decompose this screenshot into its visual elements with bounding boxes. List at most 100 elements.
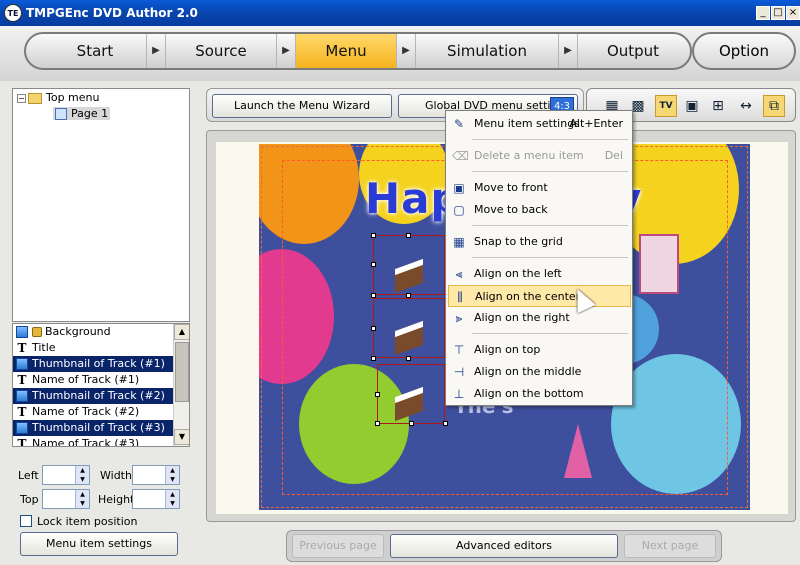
layer-list-item[interactable]: Thumbnail of Track (#2) (13, 388, 173, 404)
lock-icon (32, 327, 42, 337)
context-menu-item-delete-a-menu-item[interactable]: ⌫ Delete a menu item Del (448, 145, 631, 167)
top-spinner[interactable]: ▲ ▼ (42, 489, 90, 509)
context-menu-item-move-to-front[interactable]: ▣ Move to front (448, 177, 631, 199)
layer-list-item[interactable]: T Name of Track (#3) (13, 436, 173, 447)
menu-item-label: Align on the left (474, 267, 562, 280)
text-layer-icon: T (17, 341, 27, 355)
menu-item-label: Align on top (474, 343, 541, 356)
spin-arrows-icon[interactable]: ▲ ▼ (75, 490, 89, 508)
bring-front-icon: ▣ (453, 181, 465, 195)
step-source[interactable]: Source (166, 34, 276, 68)
layer-scrollbar[interactable]: ▲ ▼ (173, 324, 189, 446)
selection-box-2[interactable] (373, 298, 445, 358)
grid-icon: ▦ (453, 235, 465, 249)
context-menu-item-align-on-the-center[interactable]: ⫼ Align on the center (448, 285, 631, 307)
layer-label: Thumbnail of Track (#3) (32, 421, 165, 434)
app-icon: TE (4, 4, 22, 22)
context-menu-item-align-on-the-bottom[interactable]: ⊥ Align on the bottom (448, 383, 631, 405)
spin-arrows-icon[interactable]: ▲ ▼ (165, 466, 179, 484)
resize-handle[interactable] (371, 293, 376, 298)
menu-tree: − Top menu Page 1 (12, 88, 190, 322)
collapse-icon[interactable]: − (17, 93, 26, 103)
resize-handle[interactable] (371, 262, 376, 267)
option-button[interactable]: Option (692, 32, 796, 70)
context-menu-item-align-on-top[interactable]: ⊤ Align on top (448, 339, 631, 361)
layer-list-item[interactable]: T Title (13, 340, 173, 356)
menu-item-label: Align on the middle (474, 365, 582, 378)
layer-label: Thumbnail of Track (#2) (32, 389, 165, 402)
resize-handle[interactable] (406, 293, 411, 298)
text-layer-icon: T (17, 373, 27, 387)
height-spinner[interactable]: ▲ ▼ (132, 489, 180, 509)
menu-item-label: Align on the bottom (474, 387, 584, 400)
resize-handle[interactable] (371, 356, 376, 361)
tree-node-page-1[interactable]: Page 1 (53, 107, 111, 120)
resize-handle[interactable] (409, 421, 414, 426)
tree-child-label: Page 1 (71, 107, 109, 120)
selection-box-3[interactable] (377, 364, 445, 424)
resize-handle[interactable] (371, 326, 376, 331)
grid-lines-icon[interactable]: ⊞ (707, 95, 729, 117)
selection-box-1[interactable] (373, 235, 445, 295)
resize-handle[interactable] (371, 233, 376, 238)
image-layer-icon (16, 326, 28, 338)
resize-handle[interactable] (406, 233, 411, 238)
height-label: Height (98, 493, 135, 506)
step-simulation[interactable]: Simulation (416, 34, 558, 68)
layer-label: Name of Track (#1) (32, 373, 140, 386)
context-menu-item-align-on-the-right[interactable]: ⫸ Align on the right (448, 307, 631, 329)
layer-list-item[interactable]: T Name of Track (#1) (13, 372, 173, 388)
spin-arrows-icon[interactable]: ▲ ▼ (75, 466, 89, 484)
tree-root-label: Top menu (46, 91, 100, 104)
left-spinner[interactable]: ▲ ▼ (42, 465, 90, 485)
close-icon[interactable]: × (786, 6, 800, 20)
resize-handle[interactable] (375, 421, 380, 426)
text-layer-icon: T (17, 405, 27, 419)
menu-item-shortcut: Alt+Enter (569, 117, 623, 130)
title-bar: TE TMPGEnc DVD Author 2.0 _ □ × (0, 0, 800, 26)
left-label: Left (18, 469, 39, 482)
resize-handle[interactable] (406, 356, 411, 361)
stretch-icon[interactable]: ↔ (735, 95, 757, 117)
minimize-icon[interactable]: _ (756, 6, 770, 20)
pencil-icon: ✎ (453, 117, 465, 131)
align-left-icon: ⫷ (455, 267, 463, 281)
width-spinner[interactable]: ▲ ▼ (132, 465, 180, 485)
context-menu-item-menu-item-settings[interactable]: ✎ Menu item settings Alt+Enter (448, 113, 631, 135)
layer-list-item[interactable]: Thumbnail of Track (#3) (13, 420, 173, 436)
layer-list-item[interactable]: Background (13, 324, 173, 340)
menu-item-settings-button[interactable]: Menu item settings (20, 532, 178, 556)
previous-page-button[interactable]: Previous page (292, 534, 384, 558)
layer-list-item[interactable]: Thumbnail of Track (#1) (13, 356, 173, 372)
step-start[interactable]: Start (36, 34, 154, 68)
advanced-editors-button[interactable]: Advanced editors (390, 534, 618, 558)
layer-list-item[interactable]: T Name of Track (#2) (13, 404, 173, 420)
tv-safe-area-icon[interactable]: TV (655, 95, 677, 117)
align-middle-icon: ⊣ (453, 365, 465, 379)
tree-node-top-menu[interactable]: − Top menu (17, 91, 100, 104)
scroll-down-icon[interactable]: ▼ (174, 429, 189, 445)
menu-item-label: Align on the center (475, 290, 581, 303)
context-menu-item-align-on-the-middle[interactable]: ⊣ Align on the middle (448, 361, 631, 383)
scroll-thumb[interactable] (175, 342, 189, 402)
step-menu[interactable]: Menu (296, 34, 396, 68)
layer-label: Name of Track (#3) (32, 437, 140, 447)
frame-icon[interactable]: ▣ (681, 95, 703, 117)
page-icon (55, 108, 67, 120)
resize-handle[interactable] (375, 392, 380, 397)
eraser-icon: ⌫ (452, 149, 469, 163)
menu-item-label: Move to front (474, 181, 548, 194)
context-menu-item-align-on-the-left[interactable]: ⫷ Align on the left (448, 263, 631, 285)
context-menu-item-move-to-back[interactable]: ▢ Move to back (448, 199, 631, 221)
launch-wizard-button[interactable]: Launch the Menu Wizard (212, 94, 392, 118)
lock-position-checkbox[interactable] (20, 515, 32, 527)
step-output[interactable]: Output (578, 34, 688, 68)
scroll-up-icon[interactable]: ▲ (174, 324, 189, 340)
next-page-button[interactable]: Next page (624, 534, 716, 558)
resize-handle[interactable] (443, 421, 448, 426)
spin-arrows-icon[interactable]: ▲ ▼ (165, 490, 179, 508)
context-menu-item-snap-to-the-grid[interactable]: ▦ Snap to the grid (448, 231, 631, 253)
overlap-icon[interactable]: ⧉ (763, 95, 785, 117)
menu-item-shortcut: Del (604, 149, 623, 162)
maximize-icon[interactable]: □ (771, 6, 785, 20)
